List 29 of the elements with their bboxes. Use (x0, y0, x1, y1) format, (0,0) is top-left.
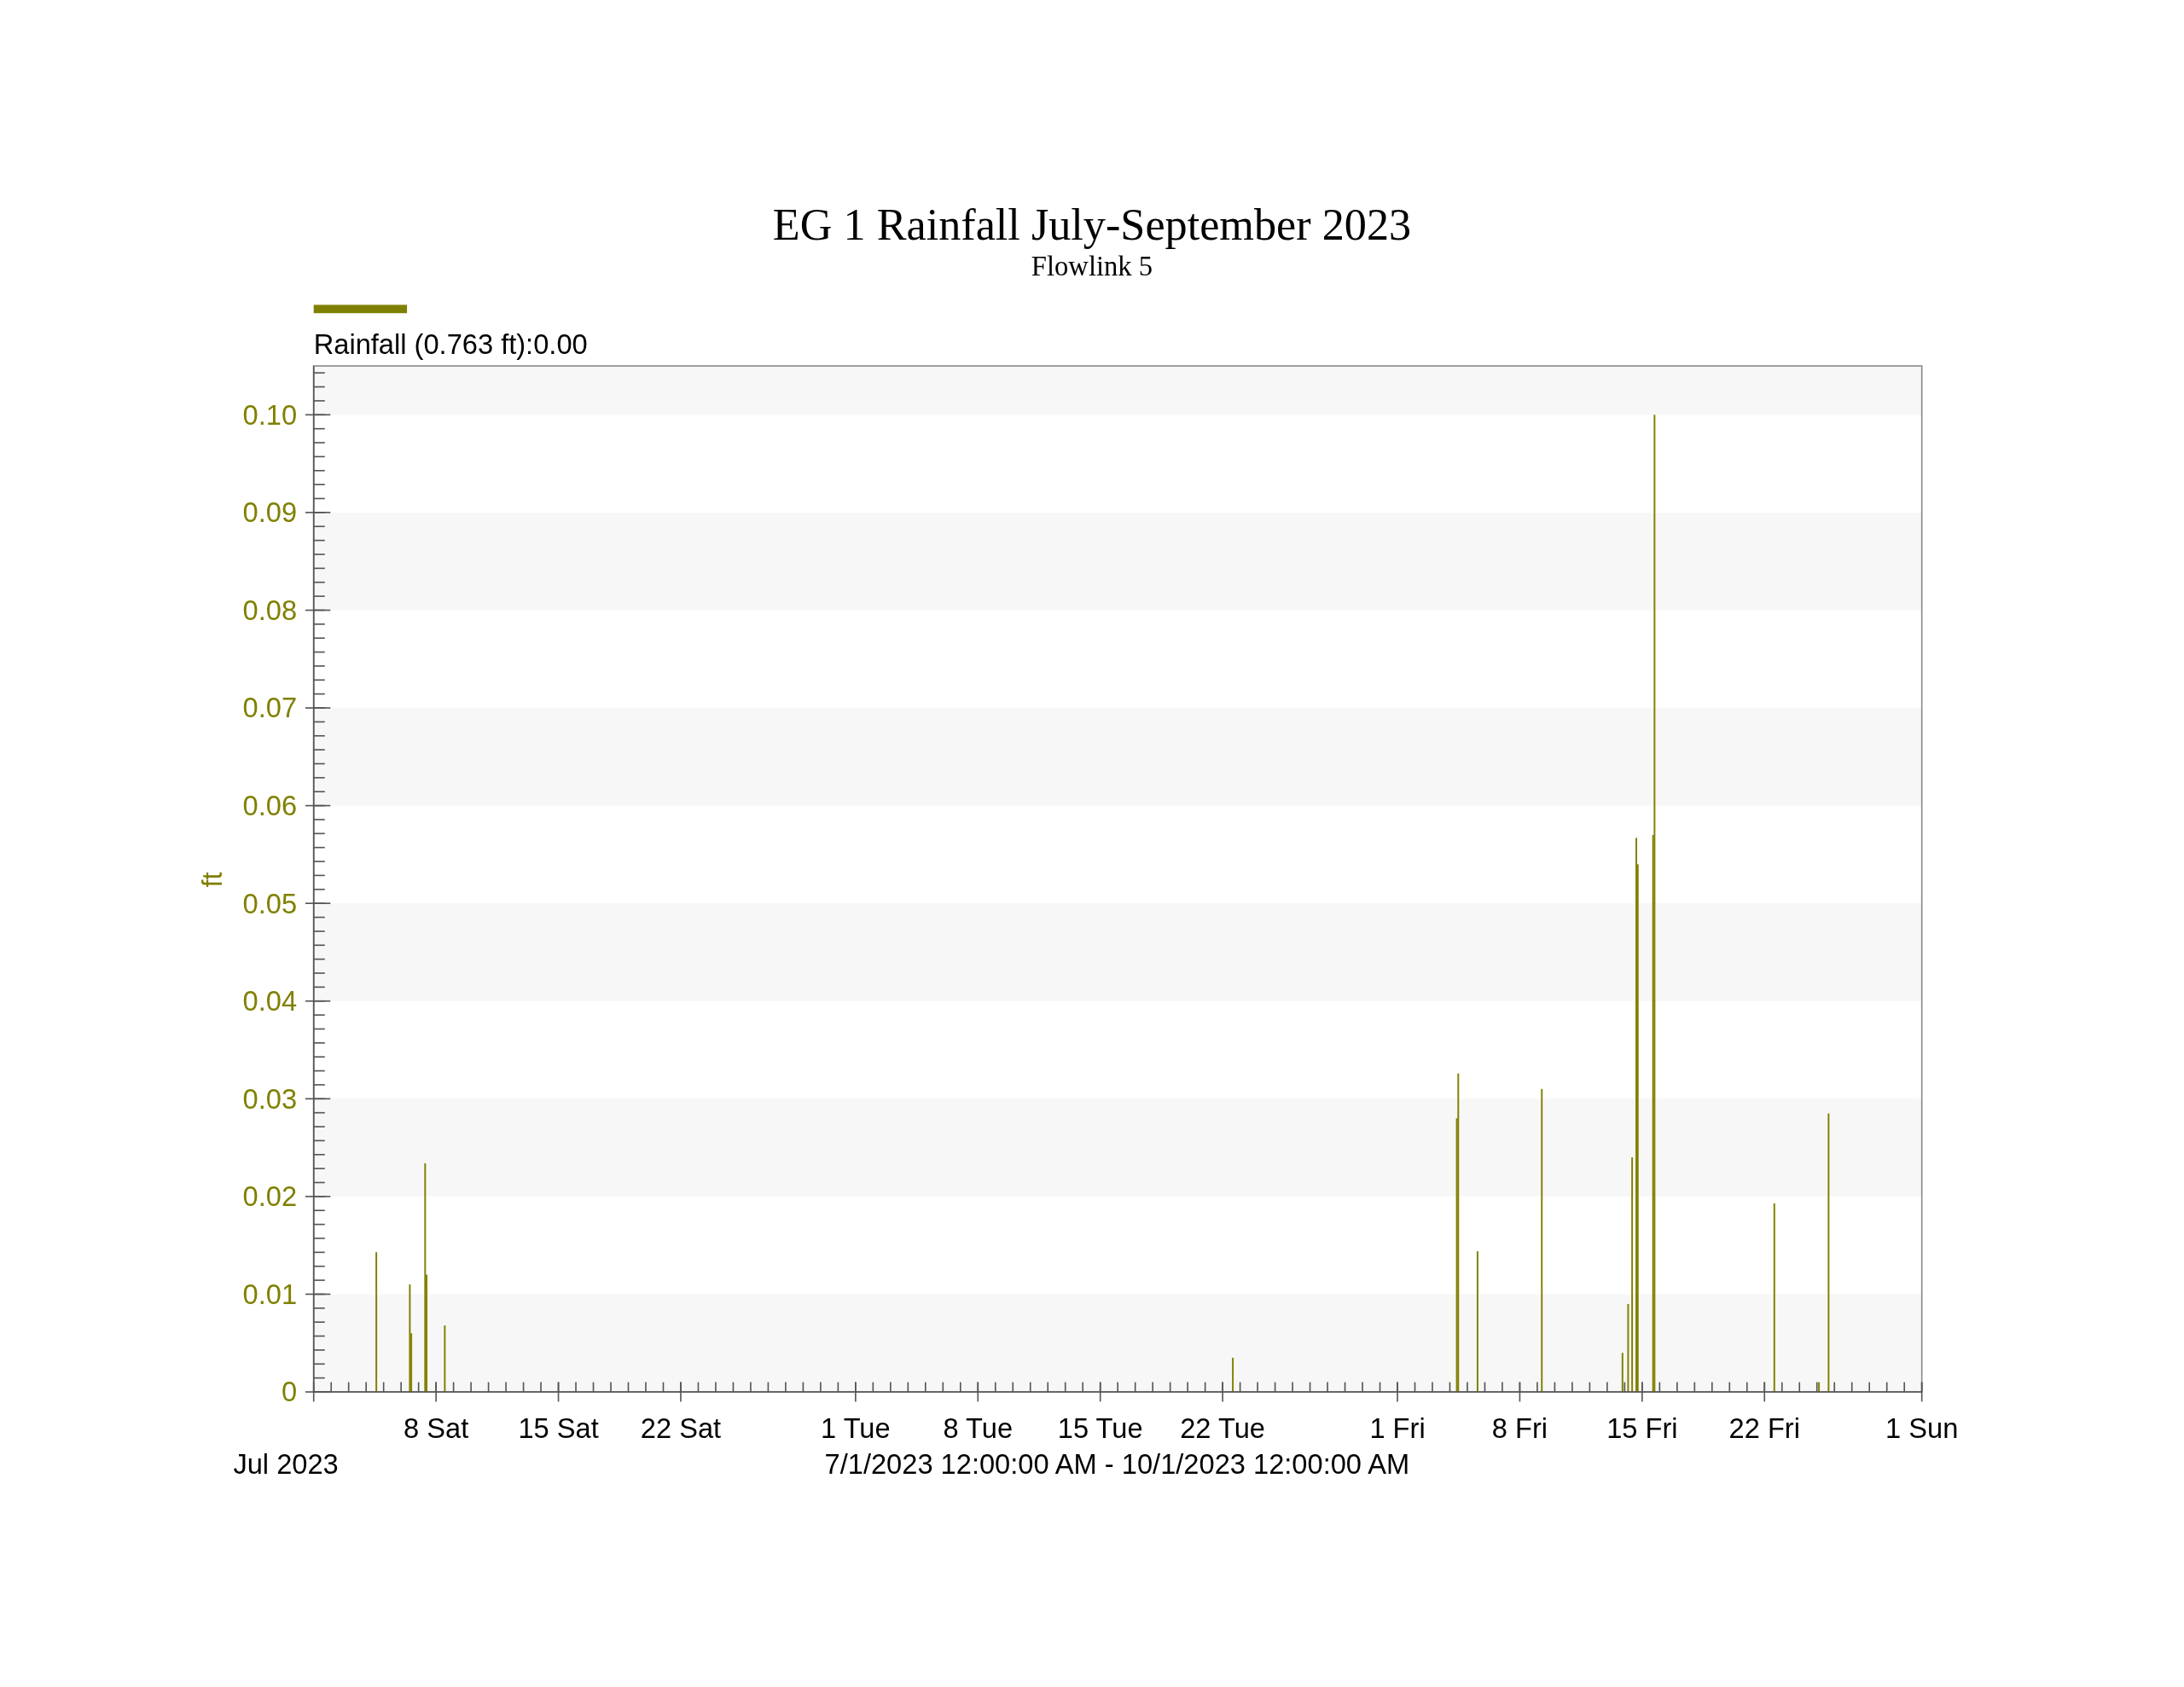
y-tick-label: 0.05 (242, 887, 298, 919)
x-tick-label: 1 Sun (1885, 1412, 1959, 1444)
y-tick-label: 0.04 (242, 985, 298, 1017)
period-label: Jul 2023 (233, 1448, 339, 1481)
y-axis-label: ft (196, 872, 228, 888)
x-tick-label: 22 Tue (1180, 1412, 1265, 1444)
chart-title: EG 1 Rainfall July-September 2023 (772, 199, 1412, 249)
x-tick-label: 8 Fri (1491, 1412, 1548, 1444)
x-tick-label: 1 Fri (1369, 1412, 1426, 1444)
y-tick-label: 0.10 (242, 398, 298, 431)
x-tick-label: 15 Fri (1606, 1412, 1678, 1444)
y-tick-label: 0.01 (242, 1278, 298, 1310)
x-tick-label: 22 Sat (640, 1412, 722, 1444)
x-tick-label: 15 Tue (1057, 1412, 1143, 1444)
x-tick-label: 8 Sat (404, 1412, 469, 1444)
x-tick-label: 8 Tue (943, 1412, 1014, 1444)
y-tick-label: 0.06 (242, 790, 298, 822)
x-tick-label: 1 Tue (821, 1412, 891, 1444)
date-range-label: 7/1/2023 12:00:00 AM - 10/1/2023 12:00:00 AM (824, 1448, 1410, 1481)
y-tick-label: 0.03 (242, 1082, 298, 1115)
y-tick-label: 0.02 (242, 1180, 298, 1213)
chart-subtitle: Flowlink 5 (1031, 251, 1153, 282)
x-tick-label: 15 Sat (518, 1412, 599, 1444)
legend-label: Rainfall (0.763 ft):0.00 (313, 328, 588, 360)
x-tick-label: 22 Fri (1728, 1412, 1800, 1444)
y-tick-label: 0.08 (242, 594, 298, 626)
y-tick-label: 0.07 (242, 692, 298, 724)
y-tick-label: 0.09 (242, 496, 298, 529)
y-tick-label: 0 (281, 1376, 298, 1408)
